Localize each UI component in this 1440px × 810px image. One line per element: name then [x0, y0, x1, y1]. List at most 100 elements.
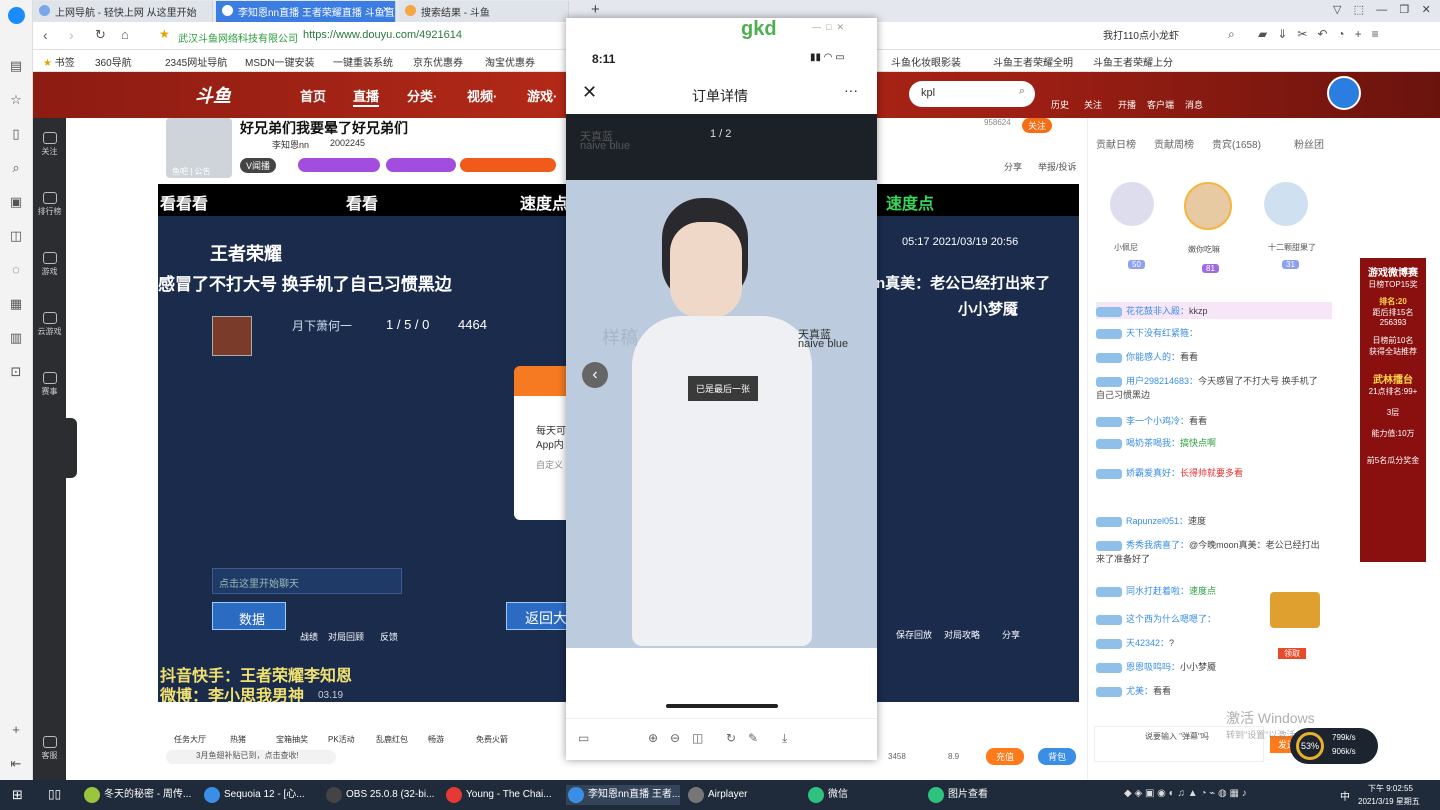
- search-icon[interactable]: ⌕: [1019, 85, 1025, 98]
- taskbar-app[interactable]: OBS 25.0.8 (32-bi...: [324, 785, 434, 805]
- nav-cloud-game[interactable]: 云游戏: [33, 312, 66, 337]
- lightning-icon[interactable]: [1327, 76, 1361, 110]
- chat-message[interactable]: 天下没有红紧箍：: [1096, 326, 1198, 339]
- input-language[interactable]: 中: [1340, 788, 1350, 803]
- nav-category[interactable]: 分类·: [407, 86, 437, 105]
- chat-user[interactable]: 你能感人的：: [1126, 352, 1180, 362]
- bookmark-item[interactable]: 一键重装系统: [333, 54, 393, 69]
- chat-message[interactable]: 同水打赶着啦：速度点: [1096, 584, 1216, 597]
- chat-user[interactable]: 用户298214683：: [1126, 376, 1198, 386]
- chat-message[interactable]: 李一个小鸡冷：看看: [1096, 414, 1207, 427]
- reload-icon[interactable]: ↻: [95, 27, 106, 43]
- chat-user[interactable]: 喝奶茶喝我：: [1126, 438, 1180, 448]
- expand-handle[interactable]: [63, 418, 77, 478]
- chat-message[interactable]: 用户298214683：今天感冒了不打大号 换手机了自己习惯黑边: [1096, 374, 1326, 402]
- report-link[interactable]: 举报/投诉: [1038, 160, 1077, 173]
- translate-icon[interactable]: ▥: [8, 330, 24, 346]
- nav-follow[interactable]: 关注: [33, 132, 66, 157]
- tab-fans[interactable]: 粉丝团: [1294, 136, 1324, 151]
- phone-mirror-window[interactable]: gkd — □ ✕ 8:11 ▮▮ ◠ ▭ ✕ 订单详情 ··· 天真蓝 nai…: [566, 18, 877, 760]
- tab-weekly-rank[interactable]: 贡献周榜: [1154, 136, 1194, 151]
- taskbar-app[interactable]: 图片查看: [926, 785, 988, 805]
- chat-user[interactable]: 娇霸爱真好：: [1126, 468, 1180, 478]
- chat-message[interactable]: 你能感人的：看看: [1096, 350, 1198, 363]
- chat-user[interactable]: 李一个小鸡冷：: [1126, 416, 1189, 426]
- chat-user[interactable]: 恩恩吸鸣吗：: [1126, 662, 1180, 672]
- chat-user[interactable]: 天42342：: [1126, 638, 1169, 648]
- search-icon[interactable]: ⌕: [1228, 27, 1235, 42]
- chat-user[interactable]: 秀秀我病喜了：: [1126, 540, 1189, 550]
- taskbar-app[interactable]: 冬天的秘密 - 周传...: [82, 785, 191, 805]
- task-hall-button[interactable]: 任务大厅: [174, 734, 206, 745]
- search-icon[interactable]: ⌕: [8, 160, 24, 176]
- taskbar-app[interactable]: Young - The Chai...: [444, 785, 552, 805]
- streamer-name[interactable]: 李知恩nn: [272, 138, 309, 151]
- client-link[interactable]: 客户端: [1147, 98, 1174, 111]
- bookmark-item[interactable]: 淘宝优惠券: [485, 54, 535, 69]
- save-replay-button[interactable]: 保存回放: [896, 628, 932, 641]
- nav-games[interactable]: 游戏: [33, 252, 66, 277]
- return-button[interactable]: 返回大: [506, 602, 572, 630]
- bookmark-item[interactable]: 斗鱼王者荣耀上分: [1093, 54, 1173, 69]
- game-chat-input[interactable]: 点击这里开始聊天: [212, 568, 402, 594]
- chest-button[interactable]: 宝箱抽奖: [276, 734, 308, 745]
- download-icon[interactable]: ⤓: [782, 731, 787, 746]
- bug-button[interactable]: 反馈: [380, 630, 398, 643]
- star-icon[interactable]: ★: [159, 27, 170, 41]
- start-live-link[interactable]: 开播: [1118, 98, 1136, 111]
- avatar[interactable]: [1110, 182, 1154, 226]
- pk-button[interactable]: PK活动: [328, 734, 355, 745]
- chat-icon[interactable]: ◌: [8, 262, 24, 278]
- tab-daily-rank[interactable]: 贡献日榜: [1096, 136, 1136, 151]
- follow-button[interactable]: 关注: [1022, 118, 1053, 133]
- avatar[interactable]: [1184, 182, 1232, 230]
- screenshot-icon[interactable]: ▭: [578, 731, 589, 745]
- strategy-button[interactable]: 对局攻略: [944, 628, 980, 641]
- redpacket-button[interactable]: 乱鹿红包: [376, 734, 408, 745]
- chat-message[interactable]: 喝奶茶喝我：搞快点啊: [1096, 436, 1216, 449]
- home-icon[interactable]: ⌂: [121, 27, 129, 42]
- cart-icon[interactable]: ⊡: [8, 364, 24, 380]
- battle-button[interactable]: 战绩: [300, 630, 318, 643]
- window-controls[interactable]: ▽ ⬚ — ❐ ✕: [1333, 3, 1431, 16]
- chat-message[interactable]: 娇霸爱真好：长得帅就要多看: [1096, 466, 1326, 480]
- tab-vip[interactable]: 贵宾(1658): [1212, 136, 1261, 151]
- free-rocket-button[interactable]: 免费火箭: [476, 734, 508, 745]
- bookmark-item[interactable]: 360导航: [95, 54, 132, 69]
- tab-search-results[interactable]: 搜索结果 - 斗鱼: [399, 1, 569, 22]
- chat-message[interactable]: 尤美：看看: [1096, 684, 1171, 697]
- douyu-search-input[interactable]: kpl ⌕: [909, 81, 1035, 107]
- chat-message[interactable]: 天42342：?: [1096, 636, 1174, 649]
- close-icon[interactable]: ✕: [582, 82, 597, 103]
- back-icon[interactable]: ‹: [43, 27, 48, 43]
- nav-rank[interactable]: 排行榜: [33, 192, 66, 217]
- tab-navigation[interactable]: 上网导航 - 轻快上网 从这里开始: [33, 1, 213, 22]
- box-icon[interactable]: ▦: [8, 296, 24, 312]
- more-icon[interactable]: ···: [844, 82, 858, 98]
- replay-button[interactable]: 对局回顾: [328, 630, 364, 643]
- share-button[interactable]: 分享: [1002, 628, 1020, 641]
- recharge-button[interactable]: 充值: [986, 748, 1025, 765]
- clock-date[interactable]: 2021/3/19 星期五: [1358, 796, 1420, 807]
- rotate-icon[interactable]: ↻: [726, 731, 736, 745]
- url-input[interactable]: https://www.douyu.com/4921614: [303, 29, 462, 41]
- zoom-in-icon[interactable]: ⊕: [648, 731, 658, 745]
- collapse-icon[interactable]: ⇤: [8, 756, 24, 772]
- treasure-chest-icon[interactable]: [1270, 592, 1320, 628]
- chat-message[interactable]: Rapunzel051：速度: [1096, 514, 1206, 527]
- chat-user[interactable]: Rapunzel051：: [1126, 516, 1188, 526]
- chat-user[interactable]: 天下没有红紧箍：: [1126, 328, 1198, 338]
- bookmark-item[interactable]: ★ 书签: [43, 54, 75, 69]
- tour-button[interactable]: 畅游: [428, 734, 444, 745]
- taskbar-app[interactable]: 微信: [806, 785, 848, 805]
- hot-pig-button[interactable]: 热猪: [230, 734, 246, 745]
- photo[interactable]: 样稿 天真蓝 naive blue ‹ 已是最后一张: [566, 180, 877, 648]
- edit-icon[interactable]: ✎: [748, 731, 758, 745]
- glory-badge[interactable]: [460, 158, 556, 172]
- chat-user[interactable]: 尤美：: [1126, 686, 1153, 696]
- notes-icon[interactable]: ▤: [8, 58, 24, 74]
- new-tab-icon[interactable]: +: [591, 1, 600, 18]
- nav-home[interactable]: 首页: [300, 86, 326, 105]
- clock-time[interactable]: 下午 9:02:55: [1368, 783, 1413, 794]
- taskbar-app[interactable]: Airplayer: [686, 785, 747, 805]
